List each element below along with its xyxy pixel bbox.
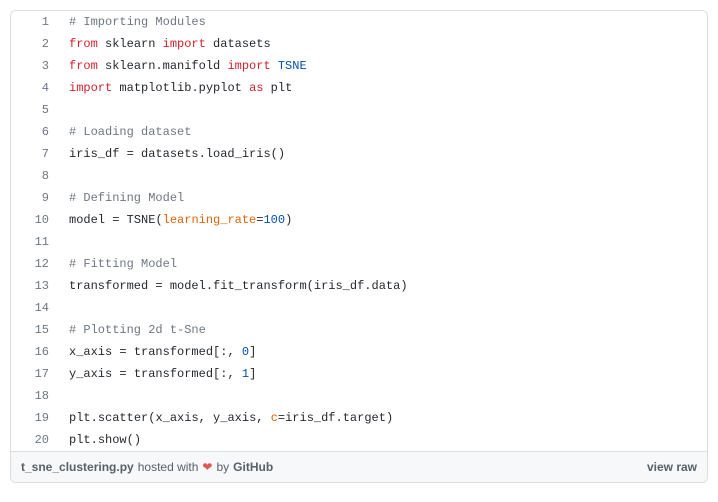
code-line: 8	[11, 165, 707, 187]
line-number[interactable]: 3	[11, 55, 59, 77]
line-number[interactable]: 16	[11, 341, 59, 363]
line-number[interactable]: 13	[11, 275, 59, 297]
footer-left: t_sne_clustering.py hosted with ❤ by Git…	[21, 460, 273, 474]
line-number[interactable]: 14	[11, 297, 59, 319]
code-line: 14	[11, 297, 707, 319]
code-content: # Fitting Model	[59, 253, 177, 275]
by-text: by	[216, 460, 229, 474]
line-number[interactable]: 1	[11, 11, 59, 33]
code-content	[59, 297, 69, 319]
code-content: # Plotting 2d t-Sne	[59, 319, 206, 341]
code-line: 10model = TSNE(learning_rate=100)	[11, 209, 707, 231]
code-content: # Loading dataset	[59, 121, 191, 143]
code-line: 16x_axis = transformed[:, 0]	[11, 341, 707, 363]
code-line: 4import matplotlib.pyplot as plt	[11, 77, 707, 99]
line-number[interactable]: 18	[11, 385, 59, 407]
line-number[interactable]: 5	[11, 99, 59, 121]
code-content: iris_df = datasets.load_iris()	[59, 143, 285, 165]
line-number[interactable]: 6	[11, 121, 59, 143]
line-number[interactable]: 4	[11, 77, 59, 99]
code-line: 3from sklearn.manifold import TSNE	[11, 55, 707, 77]
code-content: model = TSNE(learning_rate=100)	[59, 209, 292, 231]
code-content: # Defining Model	[59, 187, 184, 209]
line-number[interactable]: 11	[11, 231, 59, 253]
line-number[interactable]: 9	[11, 187, 59, 209]
code-line: 13transformed = model.fit_transform(iris…	[11, 275, 707, 297]
code-content: y_axis = transformed[:, 1]	[59, 363, 256, 385]
line-number[interactable]: 19	[11, 407, 59, 429]
view-raw-link[interactable]: view raw	[647, 460, 697, 474]
code-content: # Importing Modules	[59, 11, 206, 33]
code-line: 20plt.show()	[11, 429, 707, 451]
gist-footer: t_sne_clustering.py hosted with ❤ by Git…	[11, 451, 707, 482]
code-line: 7iris_df = datasets.load_iris()	[11, 143, 707, 165]
code-line: 19plt.scatter(x_axis, y_axis, c=iris_df.…	[11, 407, 707, 429]
code-content: plt.scatter(x_axis, y_axis, c=iris_df.ta…	[59, 407, 393, 429]
code-block: 1# Importing Modules2from sklearn import…	[11, 11, 707, 451]
filename-link[interactable]: t_sne_clustering.py	[21, 460, 134, 474]
code-line: 17y_axis = transformed[:, 1]	[11, 363, 707, 385]
code-content: import matplotlib.pyplot as plt	[59, 77, 292, 99]
line-number[interactable]: 12	[11, 253, 59, 275]
line-number[interactable]: 10	[11, 209, 59, 231]
code-content: from sklearn import datasets	[59, 33, 271, 55]
code-line: 2from sklearn import datasets	[11, 33, 707, 55]
code-line: 1# Importing Modules	[11, 11, 707, 33]
code-content	[59, 165, 69, 187]
gist-container: 1# Importing Modules2from sklearn import…	[10, 10, 708, 483]
line-number[interactable]: 2	[11, 33, 59, 55]
line-number[interactable]: 8	[11, 165, 59, 187]
code-content	[59, 385, 69, 407]
hosted-text: hosted with	[138, 460, 199, 474]
heart-icon: ❤	[202, 460, 212, 474]
code-line: 5	[11, 99, 707, 121]
code-content: from sklearn.manifold import TSNE	[59, 55, 307, 77]
code-line: 6# Loading dataset	[11, 121, 707, 143]
code-line: 18	[11, 385, 707, 407]
line-number[interactable]: 7	[11, 143, 59, 165]
line-number[interactable]: 20	[11, 429, 59, 451]
github-link[interactable]: GitHub	[233, 460, 273, 474]
code-line: 15# Plotting 2d t-Sne	[11, 319, 707, 341]
line-number[interactable]: 15	[11, 319, 59, 341]
code-line: 11	[11, 231, 707, 253]
line-number[interactable]: 17	[11, 363, 59, 385]
code-line: 12# Fitting Model	[11, 253, 707, 275]
code-content: plt.show()	[59, 429, 141, 451]
code-content	[59, 231, 69, 253]
code-content: transformed = model.fit_transform(iris_d…	[59, 275, 408, 297]
code-content: x_axis = transformed[:, 0]	[59, 341, 256, 363]
code-content	[59, 99, 69, 121]
code-line: 9# Defining Model	[11, 187, 707, 209]
